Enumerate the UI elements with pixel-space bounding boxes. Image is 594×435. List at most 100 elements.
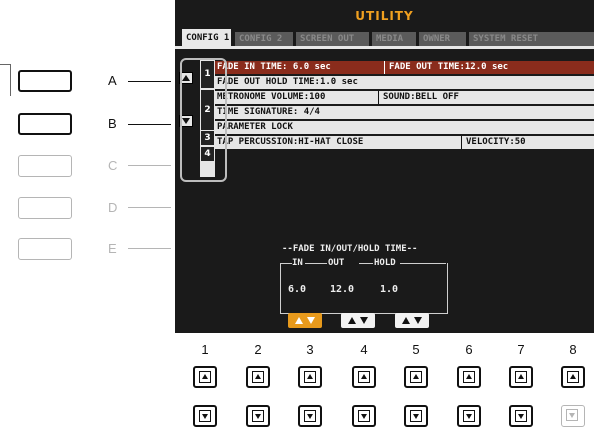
tab-screen-out[interactable]: SCREEN OUT <box>296 32 369 46</box>
bottom-number-6: 6 <box>465 342 473 357</box>
button-3-up[interactable] <box>298 366 322 388</box>
fade-out-updown-button[interactable] <box>341 313 375 328</box>
button-8-down[interactable] <box>561 405 585 427</box>
bottom-number-8: 8 <box>569 342 577 357</box>
arrow-down-icon <box>307 317 315 324</box>
fade-group-title-text: FADE IN/OUT/HOLD TIME <box>292 244 407 254</box>
button-5-down[interactable] <box>404 405 428 427</box>
arrow-down-icon <box>569 413 575 418</box>
bottom-number-4: 4 <box>360 342 368 357</box>
tab-owner[interactable]: OWNER <box>419 32 466 46</box>
fade-group-title: --FADE IN/OUT/HOLD TIME-- <box>282 244 417 254</box>
arrow-up-icon <box>570 374 576 379</box>
bottom-number-3: 3 <box>306 342 314 357</box>
screen-title: UTILITY <box>355 9 414 23</box>
arrow-down-icon <box>255 414 261 419</box>
fade-out-time[interactable]: FADE OUT TIME:12.0 sec <box>389 61 508 74</box>
button-1-up[interactable] <box>193 366 217 388</box>
metronome-volume[interactable]: METRONOME VOLUME:100 <box>217 91 325 104</box>
fade-in-time[interactable]: FADE IN TIME: 6.0 sec <box>217 61 331 74</box>
arrow-up-icon <box>255 374 261 379</box>
arrow-down-icon <box>413 414 419 419</box>
button-6-up[interactable] <box>457 366 481 388</box>
metronome-sound[interactable]: SOUND:BELL OFF <box>383 91 459 104</box>
arrow-up-icon <box>202 374 208 379</box>
tab-config-2[interactable]: CONFIG 2 <box>235 32 293 46</box>
bracket-line <box>10 64 11 96</box>
fade-frame-line <box>280 263 292 264</box>
tap-velocity[interactable]: VELOCITY:50 <box>466 136 526 149</box>
hold-updown-button[interactable] <box>395 313 429 328</box>
arrow-up-icon <box>295 317 303 324</box>
tab-media[interactable]: MEDIA <box>372 32 416 46</box>
fade-out-hold-time[interactable]: FADE OUT HOLD TIME:1.0 sec <box>217 76 358 89</box>
bottom-number-5: 5 <box>412 342 420 357</box>
row-metronome[interactable]: METRONOME VOLUME:100 SOUND:BELL OFF <box>215 91 594 104</box>
arrow-down-icon <box>202 414 208 419</box>
button-c[interactable] <box>18 155 72 177</box>
button-b[interactable] <box>18 113 72 135</box>
button-1-down[interactable] <box>193 405 217 427</box>
arrow-up-icon <box>402 317 410 324</box>
bracket-line <box>0 64 10 65</box>
fade-value-hold: 1.0 <box>380 284 399 295</box>
time-signature[interactable]: TIME SIGNATURE: 4/4 <box>217 106 320 119</box>
button-7-down[interactable] <box>509 405 533 427</box>
button-e-leader <box>128 248 171 249</box>
arrow-up-icon <box>518 374 524 379</box>
button-c-label: C <box>108 158 118 173</box>
tab-system-reset[interactable]: SYSTEM RESET <box>469 32 594 46</box>
arrow-down-icon <box>307 414 313 419</box>
arrow-down-icon <box>518 414 524 419</box>
bottom-number-1: 1 <box>201 342 209 357</box>
cell-separator <box>461 136 462 149</box>
button-4-up[interactable] <box>352 366 376 388</box>
fade-title-dash-left: -- <box>282 244 293 254</box>
button-8-up[interactable] <box>561 366 585 388</box>
row-tap-percussion[interactable]: TAP PERCUSSION:HI-HAT CLOSE VELOCITY:50 <box>215 136 594 149</box>
row-time-signature[interactable]: TIME SIGNATURE: 4/4 <box>215 106 594 119</box>
arrow-up-icon <box>413 374 419 379</box>
arrow-up-icon <box>348 317 356 324</box>
arrow-up-icon <box>361 374 367 379</box>
button-a[interactable] <box>18 70 72 92</box>
cell-separator <box>378 91 379 104</box>
button-5-up[interactable] <box>404 366 428 388</box>
arrow-down-icon <box>466 414 472 419</box>
button-d[interactable] <box>18 197 72 219</box>
lcd-screen: UTILITY CONFIG 1 CONFIG 2 SCREEN OUT MED… <box>175 0 594 333</box>
cell-separator <box>384 61 385 74</box>
button-6-down[interactable] <box>457 405 481 427</box>
arrow-down-icon <box>361 414 367 419</box>
tap-percussion[interactable]: TAP PERCUSSION:HI-HAT CLOSE <box>217 136 363 149</box>
row-fade-times[interactable]: FADE IN TIME: 6.0 sec FADE OUT TIME:12.0… <box>215 61 594 74</box>
row-fade-out-hold[interactable]: FADE OUT HOLD TIME:1.0 sec <box>215 76 594 89</box>
arrow-down-icon <box>360 317 368 324</box>
button-3-down[interactable] <box>298 405 322 427</box>
fade-header-in: IN <box>292 258 303 268</box>
button-a-leader <box>128 81 171 82</box>
fade-frame-line <box>305 263 327 264</box>
arrow-up-icon <box>466 374 472 379</box>
button-2-down[interactable] <box>246 405 270 427</box>
parameter-lock[interactable]: PARAMETER LOCK <box>217 121 293 134</box>
tab-config-1[interactable]: CONFIG 1 <box>182 29 231 46</box>
fade-header-out: OUT <box>328 258 345 268</box>
button-b-label: B <box>108 116 117 131</box>
bottom-number-2: 2 <box>254 342 262 357</box>
arrow-down-icon <box>414 317 422 324</box>
button-4-down[interactable] <box>352 405 376 427</box>
fade-title-dash-right: -- <box>406 244 418 254</box>
row-parameter-lock[interactable]: PARAMETER LOCK <box>215 121 594 134</box>
fade-frame-line <box>400 263 446 264</box>
button-2-up[interactable] <box>246 366 270 388</box>
bottom-number-7: 7 <box>517 342 525 357</box>
fade-in-updown-button[interactable] <box>288 313 322 328</box>
button-e[interactable] <box>18 238 72 260</box>
button-b-leader <box>128 124 171 125</box>
arrow-up-icon <box>307 374 313 379</box>
fade-header-hold: HOLD <box>374 258 396 268</box>
fade-value-out: 12.0 <box>330 284 355 295</box>
button-7-up[interactable] <box>509 366 533 388</box>
button-c-leader <box>128 165 171 166</box>
